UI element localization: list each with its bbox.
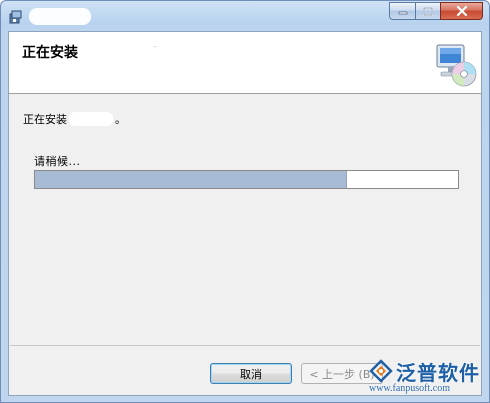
close-button[interactable] [440, 2, 483, 20]
installer-app-icon [9, 10, 22, 24]
maximize-button[interactable] [415, 2, 440, 20]
header-banner: 正在安装 [9, 32, 481, 94]
page-title: 正在安装 [22, 45, 78, 61]
caption-buttons [389, 2, 483, 21]
title-bar[interactable] [1, 1, 489, 31]
footer-divider [10, 345, 480, 346]
dialog-client-area: 正在安装 正在安装。 请稍候... 取消 < 上一步 (B) 泛普软件 www.… [8, 31, 482, 396]
install-progress-fill [35, 171, 347, 188]
maximize-icon [423, 6, 433, 16]
fanpu-watermark: 泛普软件 www.fanpusoft.com [366, 356, 482, 396]
minimize-icon [398, 11, 407, 15]
status-suffix: 。 [115, 113, 126, 126]
close-icon [456, 6, 467, 16]
window-title [29, 8, 91, 25]
wait-label: 请稍候... [34, 155, 81, 168]
status-prefix: 正在安装 [23, 113, 67, 126]
computer-cd-icon [436, 44, 477, 87]
installer-window: 正在安装 正在安装。 请稍候... 取消 < 上一步 (B) 泛普软件 www.… [0, 0, 490, 403]
fanpu-logo-icon [369, 359, 393, 383]
cancel-button[interactable]: 取消 [210, 363, 292, 384]
status-line: 正在安装 。 [23, 111, 126, 127]
install-progress-bar [34, 170, 459, 189]
watermark-url: www.fanpusoft.com [369, 383, 451, 394]
banner-divider-dot [154, 46, 156, 47]
watermark-brand: 泛普软件 [396, 361, 480, 385]
status-app-name [69, 112, 113, 126]
minimize-button[interactable] [389, 2, 415, 20]
